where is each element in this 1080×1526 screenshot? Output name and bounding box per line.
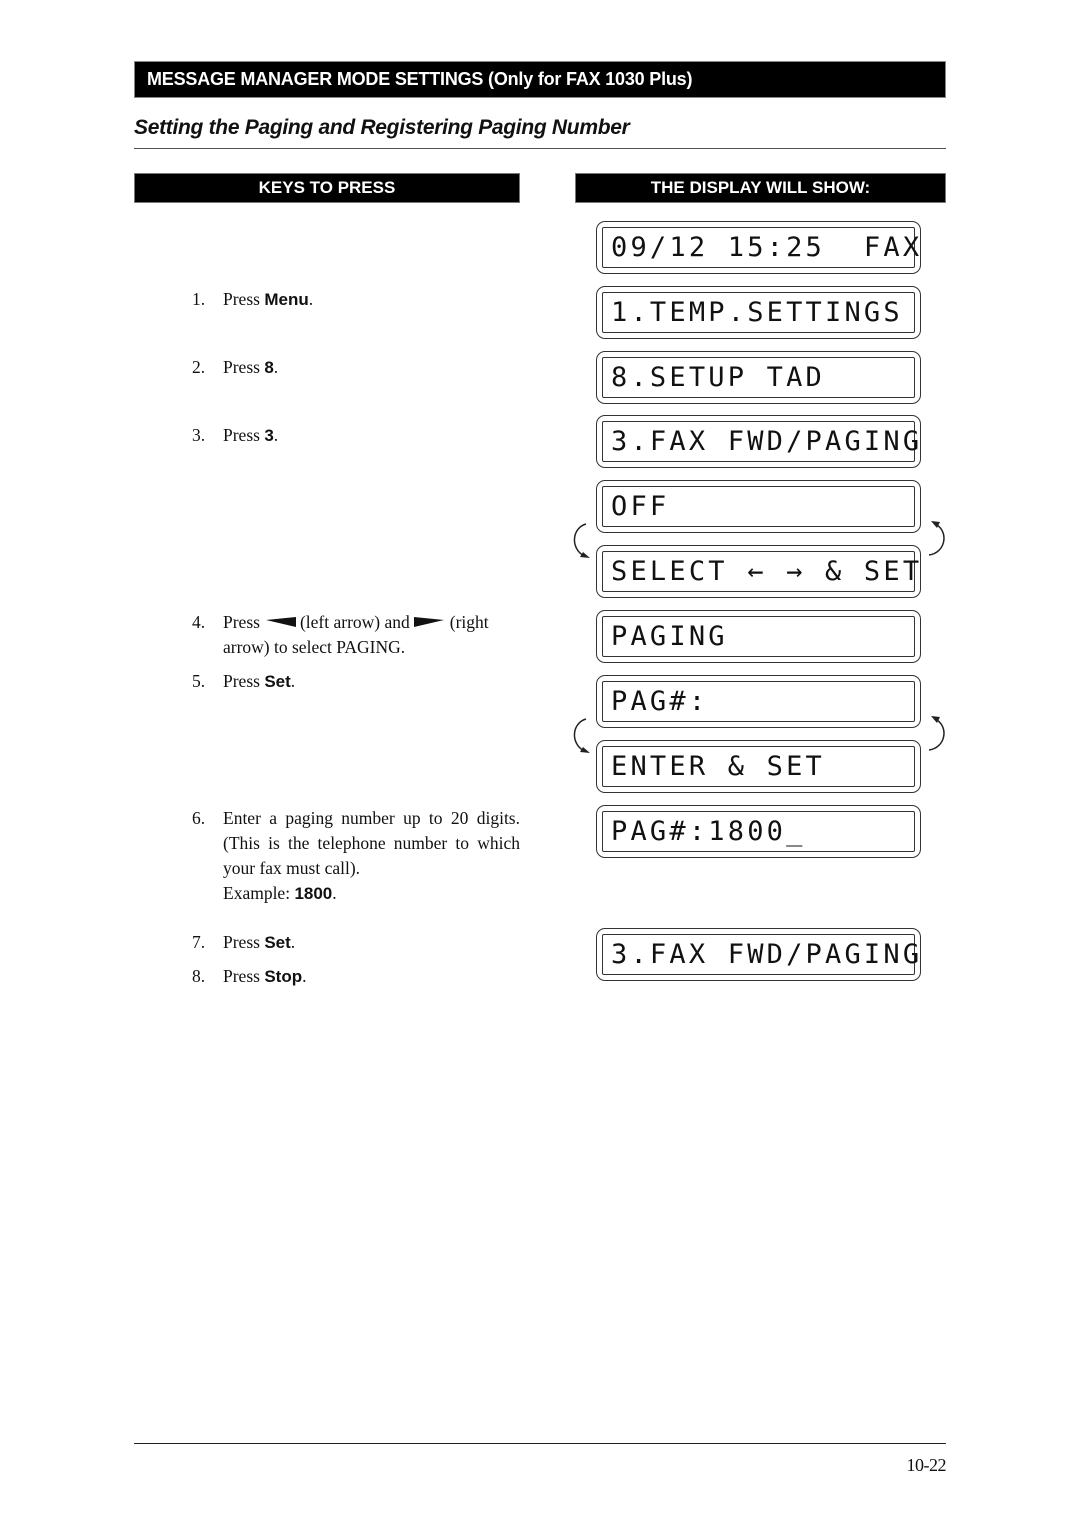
step-text: (left arrow) and bbox=[299, 612, 410, 632]
step-text: Press bbox=[223, 966, 265, 986]
page-number: 10-22 bbox=[906, 1455, 947, 1475]
step-text: Press bbox=[223, 671, 265, 691]
alternate-loop-arrow-right-icon bbox=[928, 521, 945, 556]
lcd-text: 09/12 15:25 FAX bbox=[611, 232, 923, 263]
alternate-loop-arrow-left-icon bbox=[573, 523, 590, 558]
lcd-text: ENTER & SET bbox=[611, 751, 826, 782]
lcd-text: 3.FAX FWD/PAGING bbox=[611, 939, 923, 970]
step-number: 3. bbox=[192, 425, 206, 445]
step-number: 1. bbox=[192, 289, 206, 309]
lcd-display: 3.FAX FWD/PAGING bbox=[596, 928, 921, 981]
step-text: Press bbox=[223, 425, 265, 445]
lcd-display: SELECT ← → & SET bbox=[596, 545, 921, 598]
punctuation: . bbox=[302, 966, 307, 986]
lcd-text: SELECT ← → & SET bbox=[611, 556, 923, 587]
section-header: MESSAGE MANAGER MODE SETTINGS (Only for … bbox=[134, 61, 946, 98]
step-number: 2. bbox=[192, 357, 206, 377]
punctuation: . bbox=[308, 289, 314, 309]
alternate-loop-arrow-right-icon bbox=[928, 716, 945, 751]
punctuation: . bbox=[290, 671, 296, 691]
key-8: 8 bbox=[264, 358, 274, 377]
step-1: 1. Press Menu. bbox=[192, 287, 520, 312]
step-text: Press bbox=[223, 612, 260, 632]
lcd-display: OFF bbox=[596, 480, 921, 533]
example-number: 1800 bbox=[294, 884, 333, 903]
page-title: Setting the Paging and Registering Pagin… bbox=[134, 116, 630, 139]
lcd-text: 1.TEMP.SETTINGS bbox=[611, 297, 903, 328]
punctuation: . bbox=[273, 357, 279, 377]
lcd-display: 09/12 15:25 FAX bbox=[596, 221, 921, 274]
example-label: Example: bbox=[223, 883, 295, 903]
lcd-display: PAG#: bbox=[596, 675, 921, 728]
punctuation: . bbox=[332, 883, 337, 903]
left-arrow-key-icon bbox=[265, 617, 296, 627]
step-text: Enter a paging number up to 20 digits. (… bbox=[223, 808, 520, 878]
step-number: 5. bbox=[192, 671, 206, 691]
step-6: 6. Enter a paging number up to 20 digits… bbox=[192, 806, 520, 906]
title-divider bbox=[134, 148, 946, 149]
lcd-text: PAG#:1800_ bbox=[611, 816, 806, 847]
step-2: 2. Press 8. bbox=[192, 355, 520, 380]
punctuation: . bbox=[273, 425, 279, 445]
punctuation: . bbox=[290, 932, 296, 952]
lcd-text: OFF bbox=[611, 491, 670, 522]
footer-divider bbox=[134, 1443, 946, 1444]
step-text: Press bbox=[223, 932, 265, 952]
step-text: Press bbox=[223, 357, 265, 377]
lcd-text: PAG#: bbox=[611, 686, 709, 717]
lcd-text: 8.SETUP TAD bbox=[611, 362, 826, 393]
step-number: 7. bbox=[192, 932, 206, 952]
lcd-display: PAG#:1800_ bbox=[596, 805, 921, 858]
step-3: 3. Press 3. bbox=[192, 423, 520, 448]
alternate-loop-arrow-left-icon bbox=[573, 718, 590, 753]
lcd-text: 3.FAX FWD/PAGING bbox=[611, 426, 923, 457]
key-set: Set bbox=[264, 672, 291, 691]
step-7: 7. Press Set. bbox=[192, 930, 520, 955]
lcd-display: 1.TEMP.SETTINGS bbox=[596, 286, 921, 339]
step-4: 4. Press (left arrow) and (right arrow) to… bbox=[192, 610, 520, 660]
keys-to-press-header: KEYS TO PRESS bbox=[134, 173, 520, 203]
lcd-display: ENTER & SET bbox=[596, 740, 921, 793]
step-number: 8. bbox=[192, 966, 206, 986]
step-number: 6. bbox=[192, 808, 206, 828]
lcd-display: 8.SETUP TAD bbox=[596, 351, 921, 404]
step-8: 8. Press Stop. bbox=[192, 964, 520, 989]
step-5: 5. Press Set. bbox=[192, 669, 520, 694]
lcd-display: 3.FAX FWD/PAGING bbox=[596, 415, 921, 468]
display-will-show-header: THE DISPLAY WILL SHOW: bbox=[575, 173, 946, 203]
key-menu: Menu bbox=[264, 290, 309, 309]
lcd-display: PAGING bbox=[596, 610, 921, 663]
right-arrow-key-icon bbox=[413, 617, 444, 627]
key-set: Set bbox=[264, 933, 291, 952]
step-number: 4. bbox=[192, 612, 206, 632]
key-3: 3 bbox=[264, 426, 274, 445]
lcd-text: PAGING bbox=[611, 621, 728, 652]
step-text: Press bbox=[223, 289, 265, 309]
key-stop: Stop bbox=[264, 967, 303, 986]
